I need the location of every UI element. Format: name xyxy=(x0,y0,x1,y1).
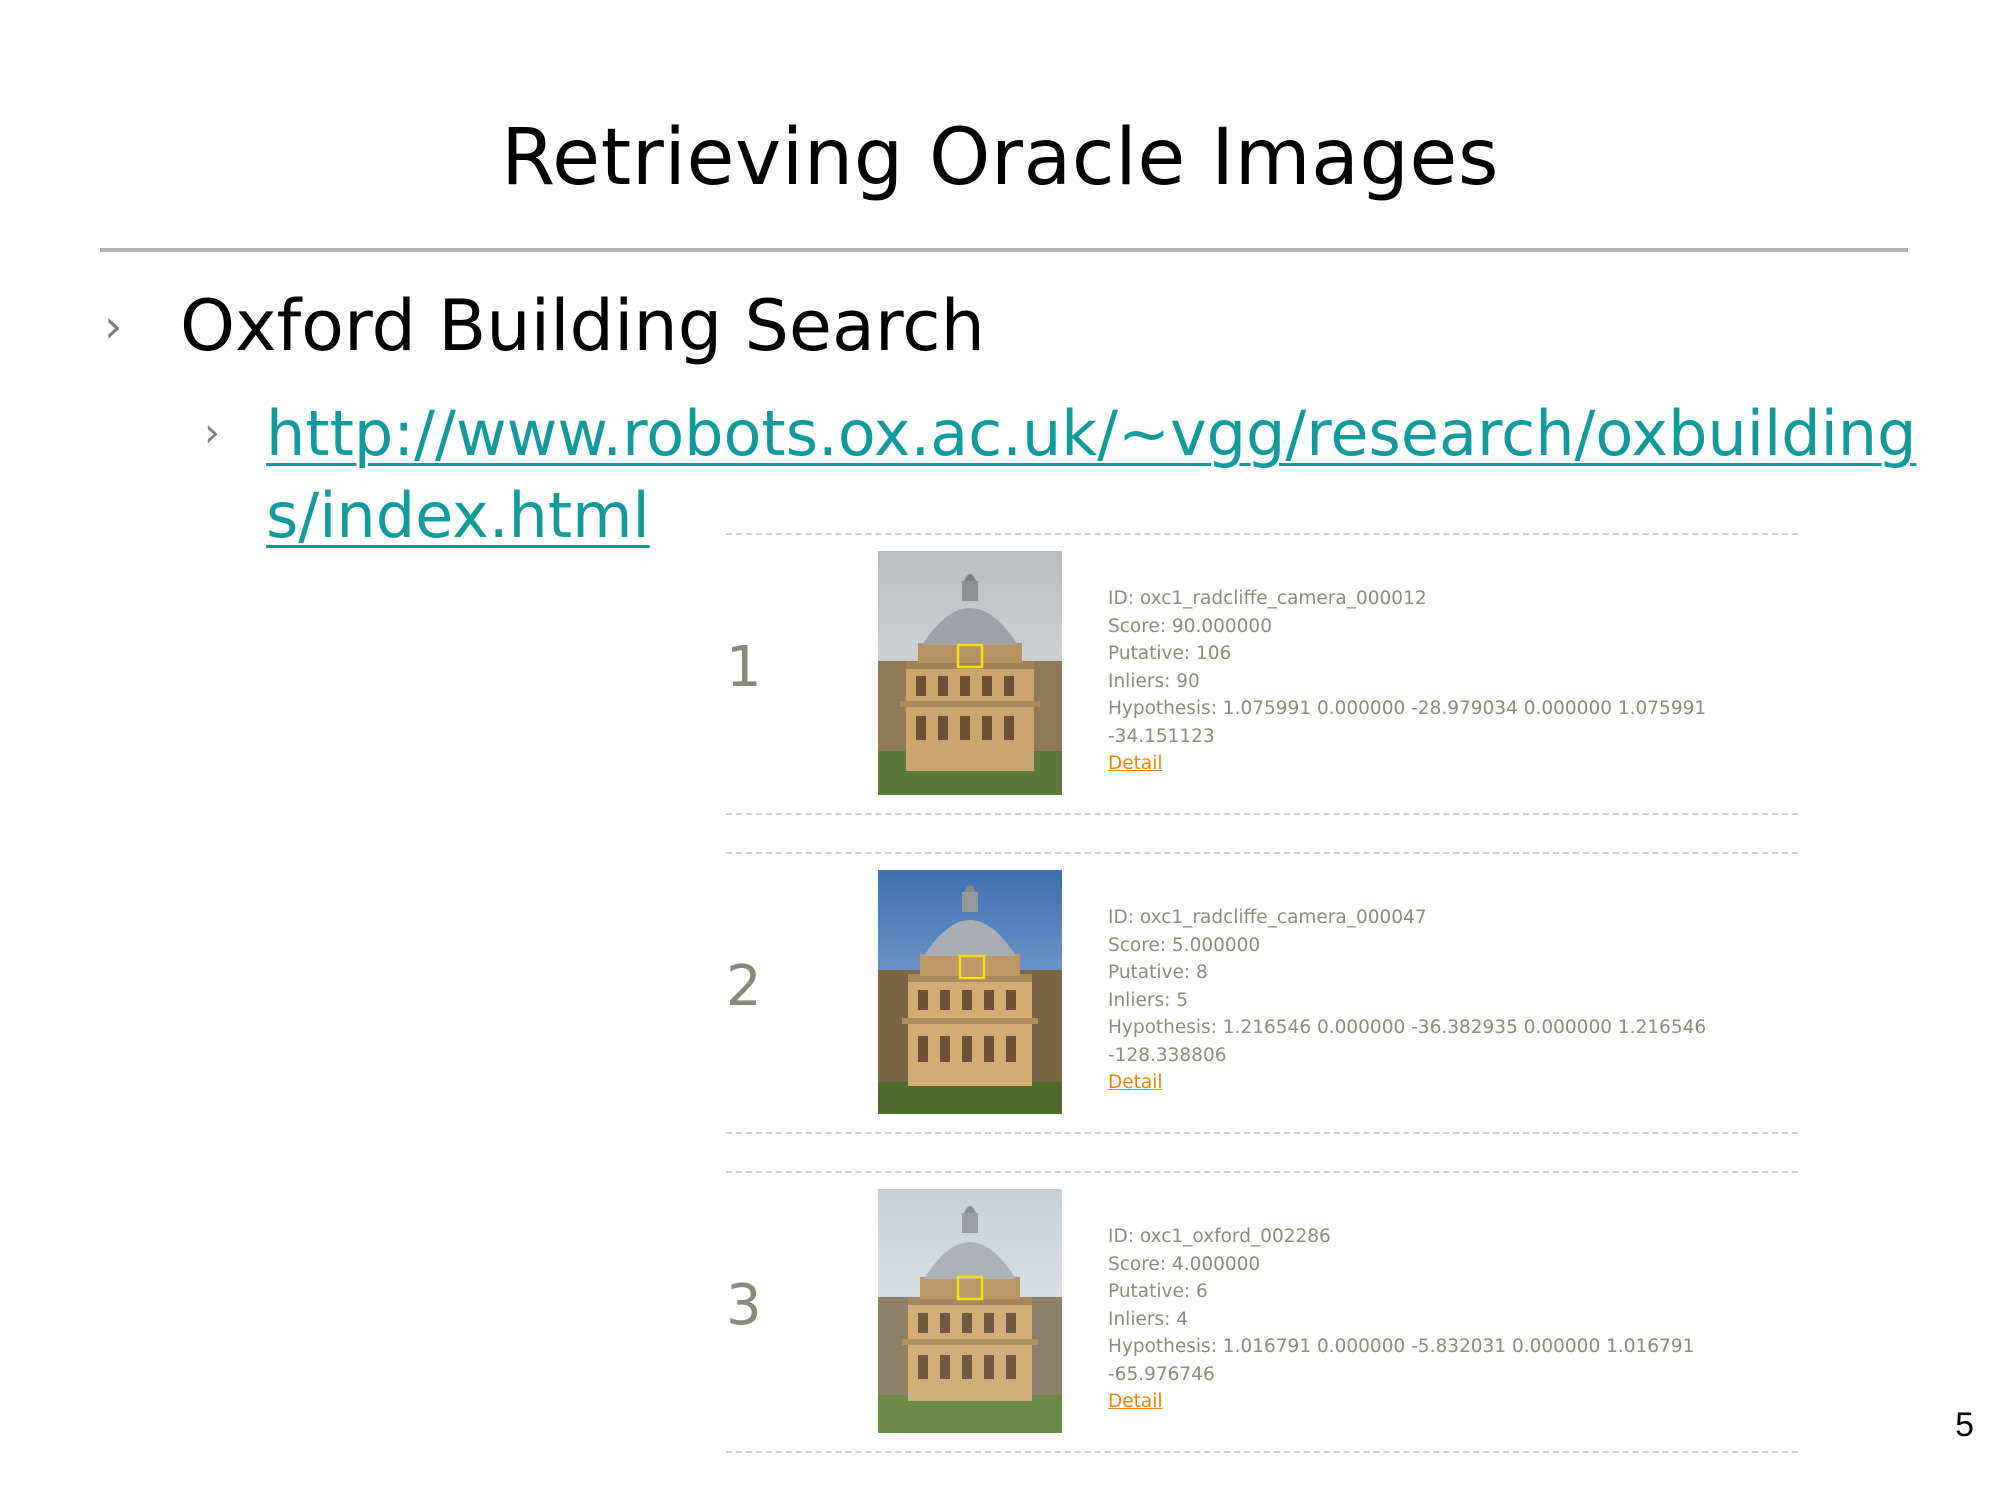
radcliffe-camera-photo-icon xyxy=(878,870,1062,1114)
result-inliers: Inliers: 90 xyxy=(1108,670,1200,692)
detail-link[interactable]: Detail xyxy=(1108,1391,1163,1412)
radcliffe-camera-photo-icon xyxy=(878,1189,1062,1433)
result-putative: Putative: 6 xyxy=(1108,1281,1208,1302)
result-putative: Putative: 8 xyxy=(1108,962,1208,983)
result-score: Score: 4.000000 xyxy=(1108,1253,1261,1275)
title-divider xyxy=(100,248,1908,252)
search-results-list: 1 ID: oxc1_radcliffe_camera_000012 Score… xyxy=(726,533,1798,1490)
result-inliers: Inliers: 4 xyxy=(1108,1308,1188,1330)
sub-bullet-chevron-icon: › xyxy=(204,410,220,456)
result-metadata: ID: oxc1_radcliffe_camera_000047 Score: … xyxy=(1108,904,1798,1097)
radcliffe-camera-photo-icon xyxy=(878,551,1062,795)
result-hypothesis: Hypothesis: 1.216546 0.000000 -36.382935… xyxy=(1108,1017,1707,1066)
result-hypothesis: Hypothesis: 1.016791 0.000000 -5.832031 … xyxy=(1108,1336,1695,1385)
result-item: 3 ID: oxc1_oxford_002286 Score: 4.000000… xyxy=(726,1171,1798,1453)
result-item: 1 ID: oxc1_radcliffe_camera_000012 Score… xyxy=(726,533,1798,815)
result-score: Score: 90.000000 xyxy=(1108,615,1272,637)
detail-link[interactable]: Detail xyxy=(1108,753,1163,774)
result-thumbnail[interactable] xyxy=(878,870,1062,1114)
page-number: 5 xyxy=(1955,1406,1974,1444)
detail-link[interactable]: Detail xyxy=(1108,1072,1163,1093)
result-metadata: ID: oxc1_radcliffe_camera_000012 Score: … xyxy=(1108,585,1798,778)
result-rank: 3 xyxy=(726,1273,762,1338)
result-id: ID: oxc1_oxford_002286 xyxy=(1108,1226,1331,1247)
result-id: ID: oxc1_radcliffe_camera_000012 xyxy=(1108,588,1427,609)
result-inliers: Inliers: 5 xyxy=(1108,989,1188,1011)
result-score: Score: 5.000000 xyxy=(1108,934,1261,956)
result-metadata: ID: oxc1_oxford_002286 Score: 4.000000 P… xyxy=(1108,1223,1798,1416)
result-thumbnail[interactable] xyxy=(878,551,1062,795)
slide-title: Retrieving Oracle Images xyxy=(500,113,1500,203)
result-item: 2 ID: oxc1_radcliffe_camera_000047 Score… xyxy=(726,852,1798,1134)
bullet-text: Oxford Building Search xyxy=(180,285,985,367)
result-id: ID: oxc1_radcliffe_camera_000047 xyxy=(1108,907,1427,928)
result-putative: Putative: 106 xyxy=(1108,643,1232,664)
result-rank: 2 xyxy=(726,954,762,1019)
bullet-chevron-icon: › xyxy=(104,299,123,353)
result-hypothesis: Hypothesis: 1.075991 0.000000 -28.979034… xyxy=(1108,698,1707,747)
result-thumbnail[interactable] xyxy=(878,1189,1062,1433)
result-rank: 1 xyxy=(726,635,762,700)
